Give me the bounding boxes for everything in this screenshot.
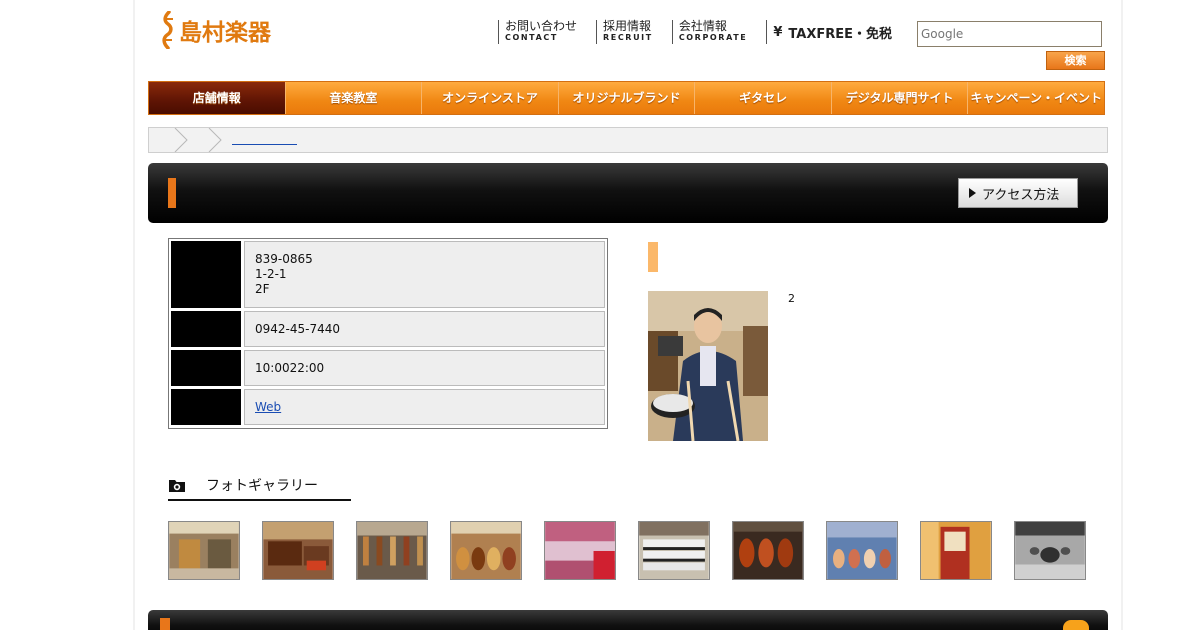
staff-text: 2 [788,292,795,305]
gallery-title: フォトギャラリー [206,478,318,494]
store-title-bar: アクセス方法 [148,163,1108,223]
breadcrumb [148,127,1108,153]
nav-original-brand[interactable]: オリジナルブランド [558,82,696,114]
corporate-link-en: CORPORATE [678,33,748,42]
gallery-header: フォトギャラリー [168,477,351,501]
gallery-thumb-guitar-wall[interactable] [356,521,428,580]
staff-accent [648,242,658,272]
web-header [171,389,241,425]
gallery-thumb-studio-room[interactable] [920,521,992,580]
gallery-thumb-storefront[interactable] [168,521,240,580]
contact-link-jp: お問い合わせ [505,19,578,33]
yen-icon: ¥ [773,24,783,40]
breadcrumb-chevron-icon [174,128,222,152]
logo-mark-icon [162,11,173,49]
nav-online-store[interactable]: オンラインストア [422,82,559,114]
gallery-thumb-ukuleles[interactable] [826,521,898,580]
address-header [171,241,241,308]
contact-link[interactable]: お問い合わせ CONTACT [498,20,582,44]
web-cell: Web [244,389,605,425]
gallery-thumb-drum-studio[interactable] [1014,521,1086,580]
taxfree-label: TAXFREE・免税 [788,26,893,42]
hours-row: 10:0022:00 [171,350,605,386]
logo-text: 島村楽器 [179,20,271,46]
header-links: お問い合わせ CONTACT 採用情報 RECRUIT 会社情報 CORPORA… [498,20,892,44]
search-button[interactable]: 検索 [1046,51,1105,70]
hours-cell: 10:0022:00 [244,350,605,386]
breadcrumb-link[interactable] [232,131,297,145]
next-section-bar [148,610,1108,630]
postal-code: 839-0865 [255,252,313,266]
address-row: 839-0865 1-2-1 2F [171,241,605,308]
corporate-link[interactable]: 会社情報 CORPORATE [671,19,753,44]
gallery-thumb-guitars[interactable] [450,521,522,580]
access-button-label: アクセス方法 [982,187,1060,203]
next-section-accent [160,618,170,630]
recruit-link[interactable]: 採用情報 RECRUIT [596,20,658,44]
rss-icon[interactable] [1063,620,1089,630]
gallery-thumb-pianos[interactable] [262,521,334,580]
play-arrow-icon [969,188,976,198]
web-row: Web [171,389,605,425]
site-logo[interactable]: 島村楽器 [160,11,271,49]
corporate-link-jp: 会社情報 [678,19,727,33]
search-input[interactable] [917,21,1102,47]
store-info-table: 839-0865 1-2-1 2F 0942-45-7440 10:0022:0… [168,238,608,429]
gallery-thumb-keyboards[interactable] [638,521,710,580]
nav-campaign-event[interactable]: キャンペーン・イベント [968,82,1105,114]
address-line: 1-2-1 [255,267,287,281]
recruit-link-jp: 採用情報 [603,19,652,33]
phone-header [171,311,241,347]
nav-guitar-selection[interactable]: ギタセレ [695,82,832,114]
contact-link-en: CONTACT [505,33,558,42]
hours-header [171,350,241,386]
floor-line: 2F [255,282,270,296]
main-nav: 店舗情報 音楽教室 オンラインストア オリジナルブランド ギタセレ デジタル専門… [148,81,1105,115]
nav-digital-site[interactable]: デジタル専門サイト [831,82,969,114]
phone-cell: 0942-45-7440 [244,311,605,347]
taxfree-link[interactable]: ¥ TAXFREE・免税 [766,20,892,44]
folder-camera-icon [169,480,185,492]
gallery-thumb-violins[interactable] [732,521,804,580]
address-cell: 839-0865 1-2-1 2F [244,241,605,308]
recruit-link-en: RECRUIT [603,33,653,42]
phone-row: 0942-45-7440 [171,311,605,347]
gallery-thumbnails [168,521,1086,580]
staff-photo [648,291,768,441]
gallery-thumb-sheet-music[interactable] [544,521,616,580]
web-link[interactable]: Web [255,400,594,415]
access-button[interactable]: アクセス方法 [958,178,1078,208]
title-accent [168,178,176,208]
nav-music-school[interactable]: 音楽教室 [285,82,423,114]
nav-store-info[interactable]: 店舗情報 [149,82,286,114]
